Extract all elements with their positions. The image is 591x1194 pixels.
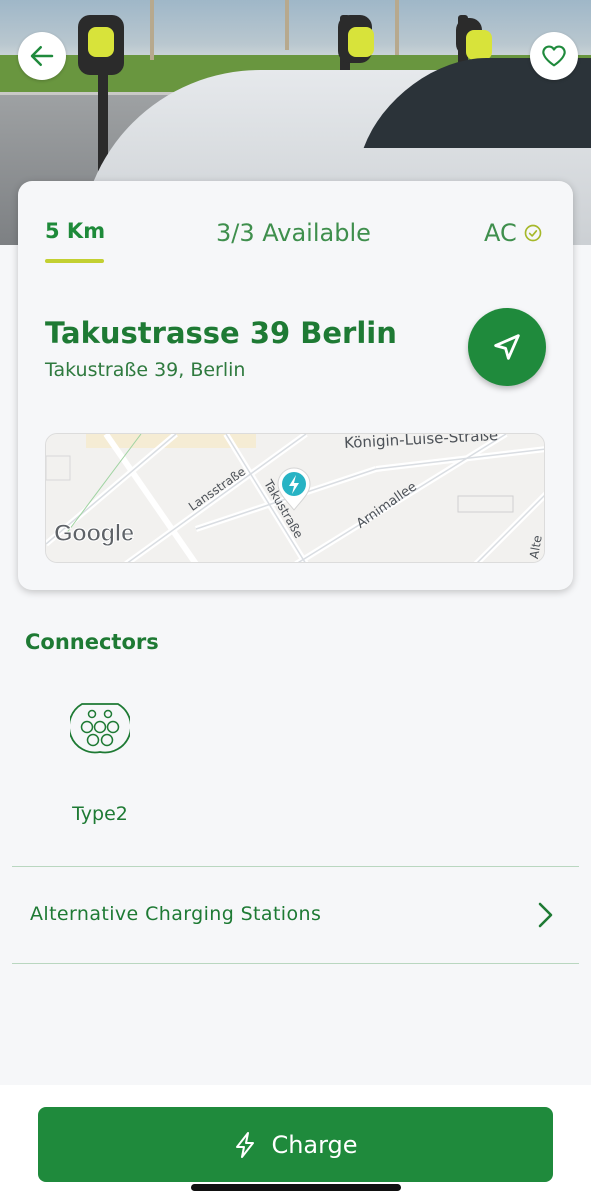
divider: [12, 963, 579, 964]
tab-distance[interactable]: 5 Km: [45, 219, 105, 243]
navigate-button[interactable]: [468, 308, 546, 386]
tab-active-indicator: [45, 259, 104, 263]
home-indicator: [191, 1184, 401, 1191]
google-logo: Google: [54, 520, 135, 548]
location-map[interactable]: Königin-Luise-Straße Lansstraße Takustra…: [45, 433, 545, 563]
station-name: Takustrasse 39 Berlin: [45, 316, 397, 350]
connector-type2[interactable]: [55, 700, 145, 756]
chevron-right-icon: [538, 902, 553, 928]
info-tabs: 5 Km 3/3 Available AC: [18, 181, 573, 271]
connector-label: Type2: [72, 803, 128, 825]
navigation-arrow-icon: [494, 334, 520, 360]
current-type-label: AC: [484, 219, 517, 247]
station-address: Takustraße 39, Berlin: [45, 359, 246, 381]
station-card: 5 Km 3/3 Available AC Takustrasse 39 Ber…: [18, 181, 573, 590]
connectors-title: Connectors: [25, 630, 159, 654]
type2-plug-icon: [70, 703, 130, 754]
check-circle-icon: [524, 224, 542, 242]
charge-button-label: Charge: [271, 1130, 358, 1159]
arrow-left-icon: [30, 46, 54, 66]
heart-icon: [542, 45, 566, 67]
charging-pin-icon[interactable]: [276, 466, 312, 512]
tab-availability[interactable]: 3/3 Available: [216, 219, 371, 247]
alternative-stations-label: Alternative Charging Stations: [30, 903, 322, 925]
favorite-button[interactable]: [530, 32, 578, 80]
charge-button[interactable]: Charge: [38, 1107, 553, 1182]
back-button[interactable]: [18, 32, 66, 80]
lightning-icon: [236, 1131, 255, 1158]
alternative-stations-row[interactable]: Alternative Charging Stations: [12, 867, 579, 963]
tab-current-type[interactable]: AC: [484, 219, 543, 247]
